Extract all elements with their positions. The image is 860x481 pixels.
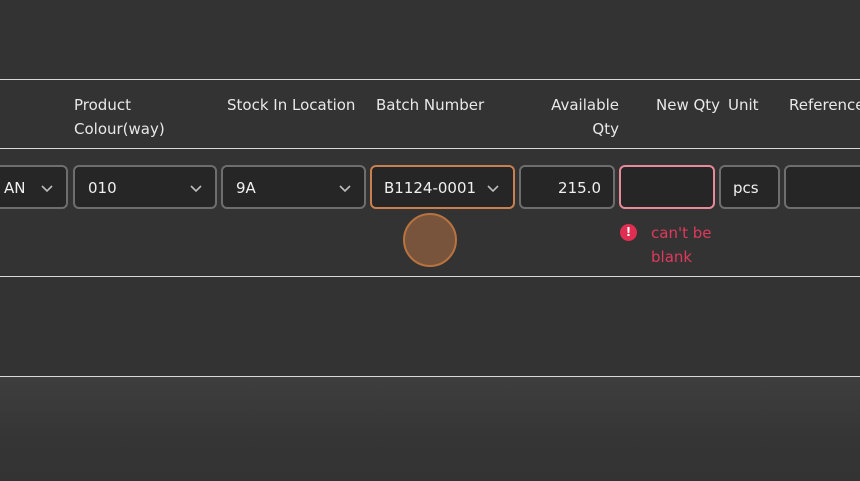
validation-message: can't be blank	[651, 224, 712, 266]
header-unit: Unit	[728, 96, 759, 114]
footer-area	[0, 377, 860, 481]
unit-value: pcs	[733, 179, 759, 197]
stock-adjustment-table: Product Colour(way) Stock In Location Ba…	[0, 0, 860, 481]
click-indicator	[403, 213, 457, 267]
chevron-down-icon	[41, 185, 53, 193]
location-value: 9A	[236, 179, 256, 197]
chevron-down-icon	[190, 185, 202, 193]
exclamation-circle-icon: !	[620, 224, 637, 241]
header-product-colour: Product Colour(way)	[74, 96, 165, 138]
colour-value: 010	[88, 179, 117, 197]
chevron-down-icon	[487, 185, 499, 193]
colour-select[interactable]: 010	[73, 165, 217, 209]
available-qty-value: 215.0	[558, 179, 601, 197]
header-batch-number: Batch Number	[376, 96, 485, 114]
header-bottom-divider	[0, 148, 860, 149]
table-top-divider	[0, 79, 860, 80]
new-qty-input[interactable]	[619, 165, 715, 209]
header-available-qty: Available Qty	[551, 96, 619, 138]
unit-field: pcs	[719, 165, 780, 209]
location-select[interactable]: 9A	[221, 165, 366, 209]
reference-input[interactable]	[784, 165, 860, 209]
batch-select[interactable]: B1124-0001	[370, 165, 515, 209]
chevron-down-icon	[339, 185, 351, 193]
batch-value: B1124-0001	[384, 179, 477, 197]
header-stock-location: Stock In Location	[227, 96, 356, 114]
header-new-qty: New Qty	[656, 96, 721, 114]
header-reference: Reference	[789, 96, 860, 114]
row-bottom-divider	[0, 276, 860, 277]
available-qty-field: 215.0	[519, 165, 615, 209]
product-select[interactable]: AN	[0, 165, 68, 209]
product-value: AN	[4, 179, 26, 197]
